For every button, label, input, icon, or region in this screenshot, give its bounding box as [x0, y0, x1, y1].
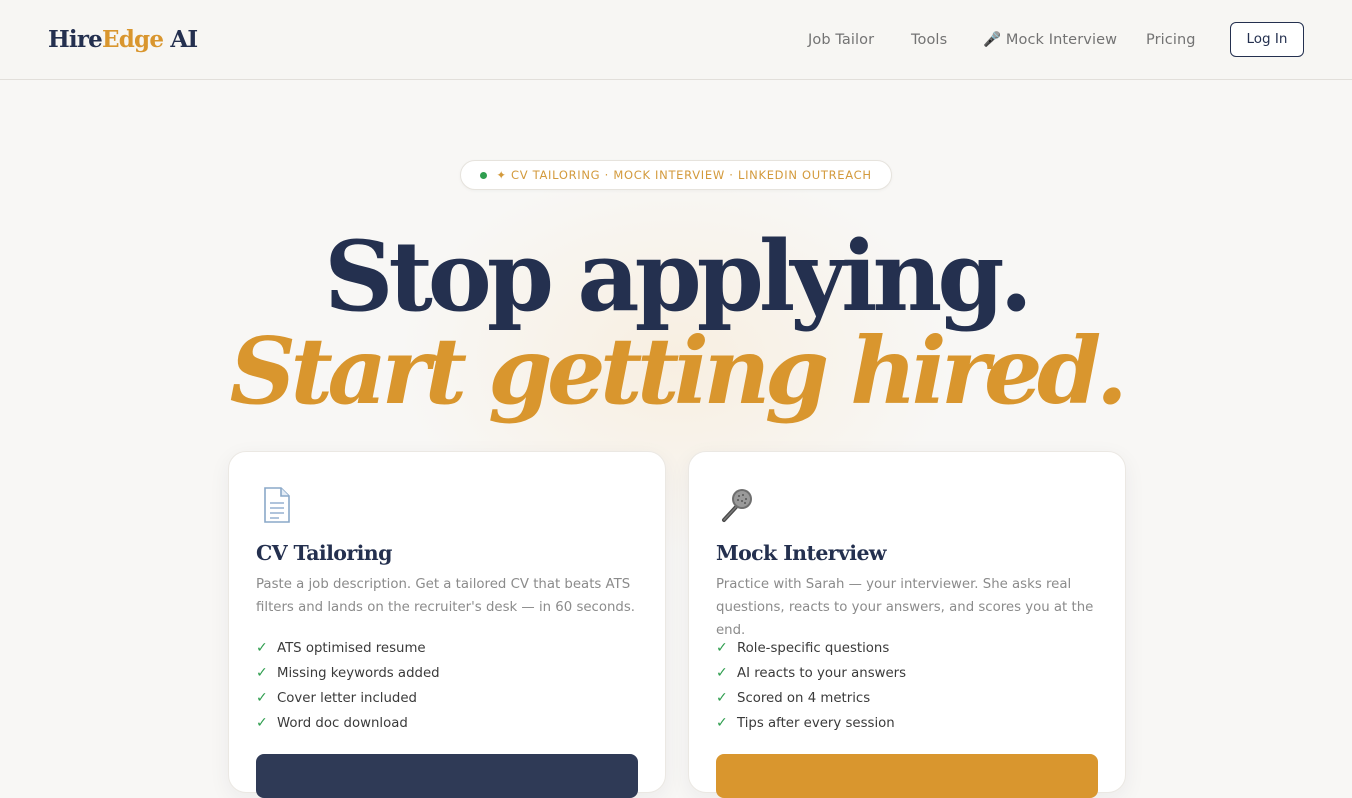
list-item: ✓ ATS optimised resume — [256, 636, 440, 661]
feature-badge-text: ✦ CV TAILORING · MOCK INTERVIEW · LINKED… — [496, 168, 872, 182]
card-description: Practice with Sarah — your interviewer. … — [716, 577, 1094, 638]
feature-label: ATS optimised resume — [277, 641, 426, 656]
brand-logo[interactable]: HireEdge AI — [48, 25, 198, 55]
nav-link-tools[interactable]: Tools — [911, 31, 947, 49]
feature-label: Scored on 4 metrics — [737, 691, 871, 706]
feature-label: Tips after every session — [737, 716, 895, 731]
list-item: ✓ Word doc download — [256, 711, 440, 736]
list-item: ✓ Role-specific questions — [716, 636, 906, 661]
list-item: ✓ Cover letter included — [256, 686, 440, 711]
logo-text-ai: AI — [163, 26, 198, 53]
status-dot-icon — [480, 171, 488, 179]
feature-label: Word doc download — [277, 716, 408, 731]
nav-link-mock-interview[interactable]: 🎤 Mock Interview — [983, 31, 1117, 49]
card-title: CV Tailoring — [256, 541, 392, 565]
logo-text-edge: Edge — [102, 26, 164, 53]
checkmark-icon: ✓ — [716, 690, 728, 706]
checkmark-icon: ✓ — [256, 690, 268, 706]
login-button[interactable]: Log In — [1230, 22, 1304, 57]
list-item: ✓ Scored on 4 metrics — [716, 686, 906, 711]
mock-interview-cta-button[interactable] — [716, 754, 1098, 798]
checkmark-icon: ✓ — [716, 715, 728, 731]
document-icon — [264, 487, 290, 523]
top-navbar: HireEdge AI Job Tailor Tools 🎤 Mock Inte… — [0, 0, 1352, 80]
hero-headline-line2: Start getting hired. — [229, 317, 1128, 425]
list-item: ✓ Tips after every session — [716, 711, 906, 736]
feature-label: Cover letter included — [277, 691, 417, 706]
feature-list: ✓ Role-specific questions ✓ AI reacts to y… — [716, 636, 906, 736]
checkmark-icon: ✓ — [256, 715, 268, 731]
cv-tailoring-cta-button[interactable] — [256, 754, 638, 798]
checkmark-icon: ✓ — [256, 665, 268, 681]
nav-link-pricing[interactable]: Pricing — [1146, 31, 1196, 49]
card-mock-interview: Mock Interview Practice with Sarah — you… — [688, 451, 1126, 798]
feature-label: AI reacts to your answers — [737, 666, 907, 681]
checkmark-icon: ✓ — [716, 665, 728, 681]
logo-text-hire: Hire — [48, 26, 103, 53]
card-title: Mock Interview — [716, 541, 887, 565]
nav-link-job-tailor[interactable]: Job Tailor — [808, 31, 874, 49]
checkmark-icon: ✓ — [716, 640, 728, 656]
feature-label: Missing keywords added — [277, 666, 440, 681]
feature-label: Role-specific questions — [737, 641, 890, 656]
microphone-icon — [722, 489, 752, 522]
card-description: Paste a job description. Get a tailored … — [256, 577, 636, 615]
card-cv-tailoring: CV Tailoring Paste a job description. Ge… — [228, 451, 666, 798]
feature-list: ✓ ATS optimised resume ✓ Missing keywords … — [256, 636, 440, 736]
list-item: ✓ Missing keywords added — [256, 661, 440, 686]
checkmark-icon: ✓ — [256, 640, 268, 656]
list-item: ✓ AI reacts to your answers — [716, 661, 906, 686]
feature-badge: ✦ CV TAILORING · MOCK INTERVIEW · LINKED… — [460, 160, 892, 190]
